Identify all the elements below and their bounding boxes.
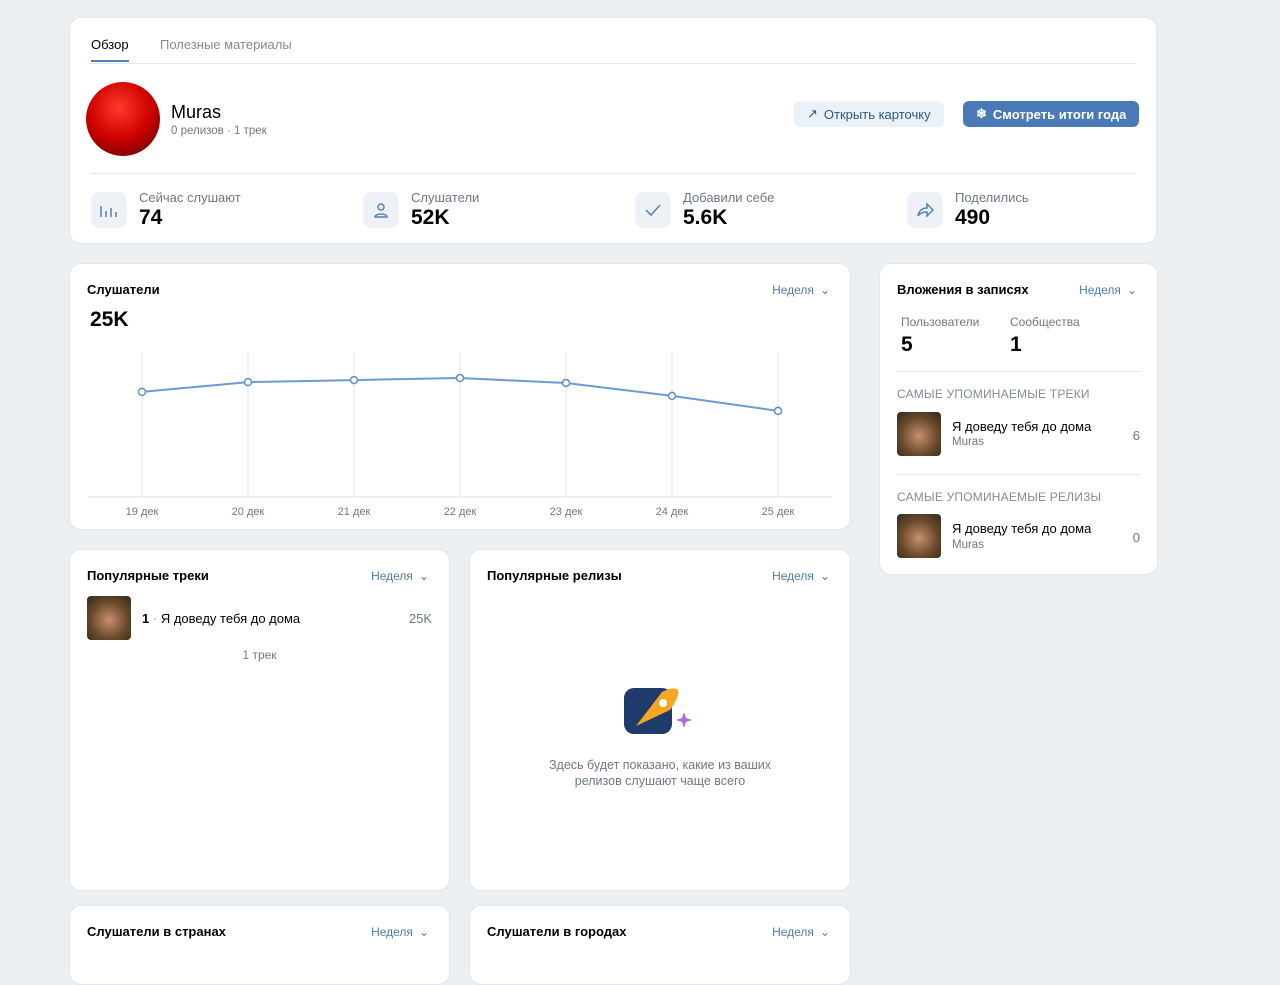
users-icon <box>363 192 399 228</box>
overview-card: Обзор Полезные материалы Muras 0 релизов… <box>69 17 1157 244</box>
x-tick-label: 25 дек <box>762 506 795 518</box>
rocket-icon <box>624 688 692 734</box>
bar-chart-icon <box>91 192 127 228</box>
tab-useful-materials[interactable]: Полезные материалы <box>160 37 292 52</box>
chevron-down-icon: ⌄ <box>819 569 830 583</box>
card-title: Вложения в записях <box>897 282 1029 297</box>
check-icon <box>635 192 671 228</box>
year-summary-button[interactable]: ❄ Смотреть итоги года <box>963 101 1140 127</box>
track-title[interactable]: Я доведу тебя до дома <box>952 419 1091 434</box>
arrow-up-right-icon: ↗ <box>807 106 818 121</box>
artist-meta: 0 релизов · 1 трек <box>171 125 267 137</box>
tabs: Обзор Полезные материалы <box>90 18 1136 64</box>
listeners-chart-card: Слушатели Неделя ⌄ 25K 19 дек 20 дек 21 дек… <box>69 263 851 530</box>
chevron-down-icon: ⌄ <box>418 569 429 583</box>
x-tick-label: 21 дек <box>338 506 371 518</box>
period-dropdown[interactable]: Неделя ⌄ <box>371 925 429 939</box>
artist-name: Muras <box>171 102 222 122</box>
tab-overview[interactable]: Обзор <box>91 37 129 62</box>
release-cover[interactable] <box>897 514 941 558</box>
chevron-down-icon: ⌄ <box>1126 283 1137 297</box>
snowflake-icon: ❄ <box>976 106 987 121</box>
data-point <box>349 375 359 385</box>
track-row[interactable]: 1 · Я доведу тебя до дома <box>142 611 300 626</box>
data-point <box>137 387 147 397</box>
x-tick-label: 20 дек <box>232 506 265 518</box>
x-tick-label: 22 дек <box>444 506 477 518</box>
popular-releases-card: Популярные релизы Неделя ⌄ Здесь будет по… <box>469 549 851 891</box>
release-title[interactable]: Я доведу тебя до дома <box>952 521 1091 536</box>
open-card-button[interactable]: ↗ Открыть карточку <box>794 101 944 127</box>
x-tick-label: 24 дек <box>656 506 689 518</box>
popular-tracks-card: Популярные треки Неделя ⌄ 1 · Я доведу те… <box>69 549 450 891</box>
x-tick-label: 19 дек <box>126 506 159 518</box>
data-point <box>455 373 465 383</box>
data-point <box>667 391 677 401</box>
share-icon <box>907 192 943 228</box>
period-dropdown[interactable]: Неделя ⌄ <box>371 569 429 583</box>
line-chart: 19 дек 20 дек 21 дек 22 дек 23 дек 24 дек 25 д… <box>88 353 832 518</box>
data-point <box>243 377 253 387</box>
period-dropdown[interactable]: Неделя ⌄ <box>772 925 830 939</box>
cities-card: Слушатели в городах Неделя ⌄ <box>469 905 851 985</box>
chevron-down-icon: ⌄ <box>819 925 830 939</box>
attachments-card: Вложения в записях Неделя ⌄ Пользователи … <box>879 263 1158 575</box>
chevron-down-icon: ⌄ <box>418 925 429 939</box>
data-point <box>773 406 783 416</box>
countries-card: Слушатели в странах Неделя ⌄ <box>69 905 450 985</box>
artist-avatar[interactable] <box>86 82 160 156</box>
period-dropdown[interactable]: Неделя ⌄ <box>772 569 830 583</box>
x-tick-label: 23 дек <box>550 506 583 518</box>
track-cover[interactable] <box>897 412 941 456</box>
period-dropdown[interactable]: Неделя ⌄ <box>1079 283 1137 297</box>
track-cover[interactable] <box>87 596 131 640</box>
data-point <box>561 378 571 388</box>
